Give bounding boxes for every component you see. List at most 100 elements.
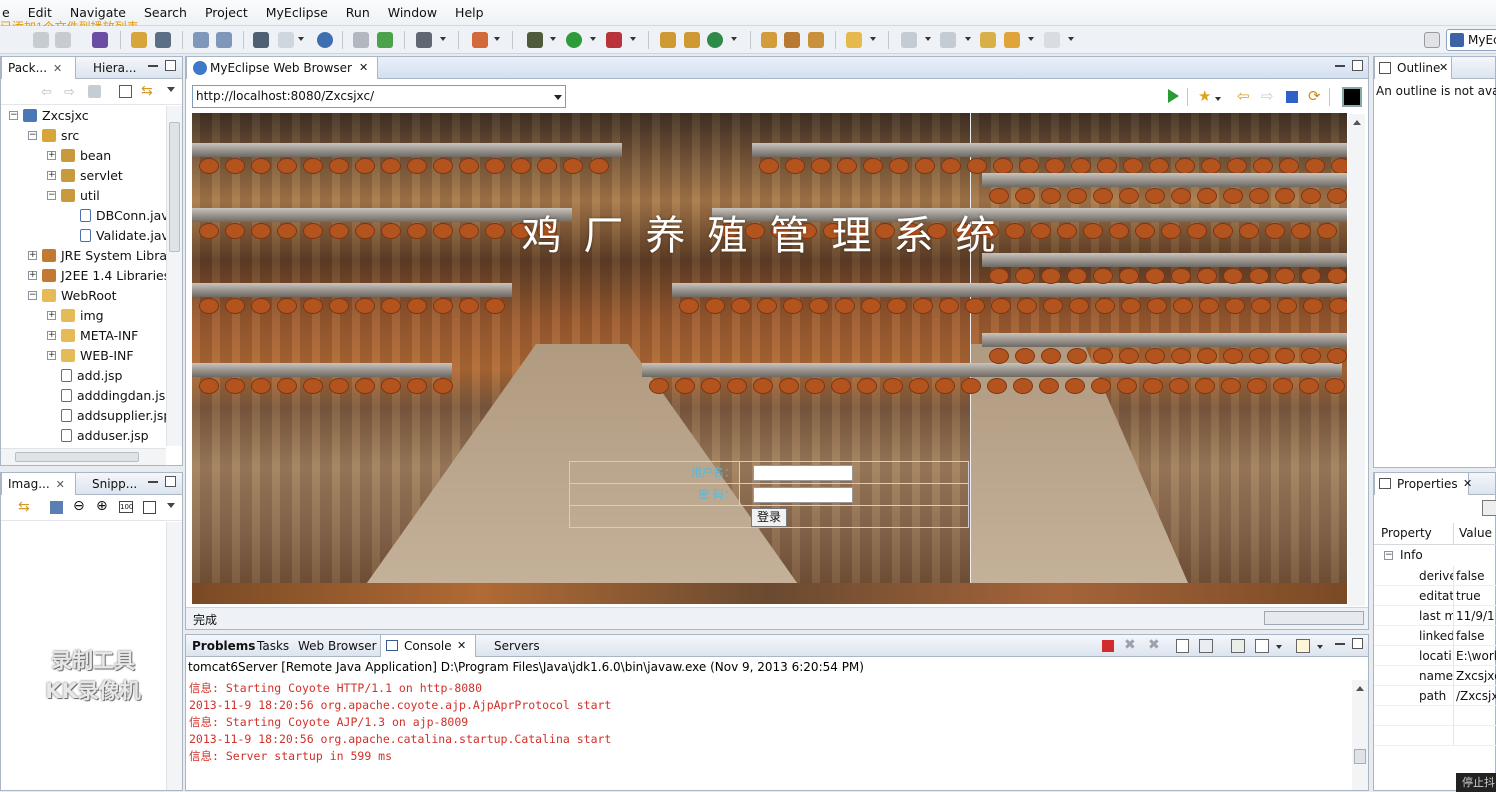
tab-image-viewer[interactable]: Imag... ✕ (1, 473, 76, 495)
tree-item[interactable]: + JRE System Library (28, 246, 166, 266)
scroll-thumb[interactable] (1354, 749, 1366, 764)
chevron-down-icon[interactable] (590, 37, 596, 41)
console-vertical-scrollbar[interactable] (1352, 680, 1368, 790)
screen-icon[interactable] (1342, 87, 1362, 107)
menu-search[interactable]: Search (135, 0, 196, 26)
tree-item[interactable]: − Zxcsjxc (9, 106, 89, 126)
tab-web-browser-view[interactable]: Web Browser (292, 635, 377, 657)
favorites-icon[interactable]: ★ (1198, 87, 1211, 105)
new-package-icon[interactable] (684, 32, 700, 48)
expand-icon[interactable]: + (47, 171, 56, 180)
password-input[interactable] (753, 487, 853, 503)
scroll-up-icon[interactable] (1356, 686, 1364, 691)
tab-tasks[interactable]: Tasks (251, 635, 289, 657)
collapse-icon[interactable]: − (47, 191, 56, 200)
login-button[interactable]: 登录 (751, 508, 787, 527)
chevron-down-icon[interactable] (925, 37, 931, 41)
save-all-icon[interactable] (55, 32, 71, 48)
expand-icon[interactable]: + (28, 271, 37, 280)
last-edit-icon[interactable] (980, 32, 996, 48)
open-console-icon[interactable] (1296, 639, 1310, 653)
open-perspective-icon[interactable] (1424, 32, 1440, 48)
tree-item[interactable]: + J2EE 1.4 Libraries (28, 266, 166, 286)
chevron-down-icon[interactable] (494, 37, 500, 41)
menu-myeclipse[interactable]: MyEclipse (257, 0, 337, 26)
minimize-icon[interactable] (148, 481, 158, 483)
up-icon[interactable] (88, 85, 101, 98)
back-arrow-icon[interactable]: ⇦ (41, 85, 52, 100)
collapse-icon[interactable]: − (1384, 551, 1393, 560)
expand-icon[interactable]: + (47, 151, 56, 160)
add-icon[interactable] (377, 32, 393, 48)
scroll-lock-icon[interactable] (1199, 639, 1213, 653)
column-header-value[interactable]: Value (1459, 526, 1492, 540)
actual-size-icon[interactable]: 100 (119, 501, 133, 513)
property-row[interactable]: path/Zxcsjx (1374, 686, 1496, 706)
globe-icon[interactable] (317, 32, 333, 48)
run-server-icon[interactable] (216, 32, 232, 48)
close-icon[interactable]: ✕ (457, 635, 466, 657)
expand-icon[interactable]: + (47, 331, 56, 340)
tab-package-explorer[interactable]: Pack... ✕ (1, 57, 76, 79)
search-icon[interactable] (808, 32, 824, 48)
tab-console[interactable]: Console ✕ (380, 635, 476, 657)
tree-item[interactable]: + META-INF (47, 326, 138, 346)
column-header-property[interactable]: Property (1381, 526, 1432, 540)
collapse-all-icon[interactable] (119, 85, 132, 98)
property-row[interactable]: editat true (1374, 586, 1496, 606)
chevron-down-icon[interactable] (965, 37, 971, 41)
tree-item[interactable]: addsupplier.jsp (47, 406, 166, 426)
page-vertical-scrollbar[interactable] (1348, 114, 1365, 606)
new-file-icon[interactable] (278, 32, 294, 48)
maximize-icon[interactable] (1352, 60, 1363, 71)
scroll-thumb[interactable] (169, 122, 180, 252)
collapse-icon[interactable]: − (28, 291, 37, 300)
zoom-in-icon[interactable]: ⊕ (96, 498, 108, 514)
chevron-down-icon[interactable] (1215, 97, 1221, 101)
menu-help[interactable]: Help (446, 0, 493, 26)
chevron-down-icon[interactable] (731, 37, 737, 41)
tab-hierarchy[interactable]: Hiera... (87, 57, 136, 79)
tree-item[interactable]: − WebRoot (28, 286, 117, 306)
properties-category[interactable]: − Info (1374, 546, 1496, 566)
open-file-icon[interactable] (353, 32, 369, 48)
tab-snippets[interactable]: Snipp... (86, 473, 137, 495)
chevron-down-icon[interactable] (440, 37, 446, 41)
tree-item[interactable]: + servlet (47, 166, 123, 186)
minimize-icon[interactable] (1335, 65, 1345, 67)
link-editor-icon[interactable]: ⇆ (141, 83, 153, 99)
tree-item[interactable]: + img (47, 306, 104, 326)
property-row[interactable]: last m 11/9/1 (1374, 606, 1496, 626)
collapse-icon[interactable]: − (9, 111, 18, 120)
fit-window-icon[interactable] (143, 501, 156, 514)
new-java-project-icon[interactable] (660, 32, 676, 48)
tree-item[interactable]: DBConn.java (66, 206, 166, 226)
forward-arrow-icon[interactable]: ⇨ (64, 85, 75, 100)
tab-servers[interactable]: Servers (488, 635, 540, 657)
collapse-icon[interactable]: − (28, 131, 37, 140)
display-console-icon[interactable] (1255, 639, 1269, 653)
deploy-icon[interactable] (92, 32, 108, 48)
close-icon[interactable]: ✕ (1463, 473, 1472, 495)
new-class-icon[interactable] (707, 32, 723, 48)
chevron-down-icon[interactable] (630, 37, 636, 41)
corner-button[interactable]: 停止抖 (1456, 773, 1496, 792)
close-icon[interactable]: ✕ (53, 58, 62, 80)
tree-horizontal-scrollbar[interactable] (1, 448, 166, 465)
tree-item[interactable]: + bean (47, 146, 111, 166)
wizard-icon[interactable] (472, 32, 488, 48)
remove-all-icon[interactable]: ✖ (1148, 637, 1160, 653)
property-row[interactable]: locati E:\work (1374, 646, 1496, 666)
run-icon[interactable] (566, 32, 582, 48)
close-icon[interactable]: ✕ (359, 57, 368, 79)
tree-item[interactable]: adduser.jsp (47, 426, 149, 446)
tree-item[interactable]: adddingdan.jsp (47, 386, 166, 406)
chevron-down-icon[interactable] (554, 95, 562, 100)
clear-console-icon[interactable] (1176, 639, 1189, 653)
server-icon[interactable] (155, 32, 171, 48)
maximize-icon[interactable] (1352, 638, 1363, 649)
monitor-icon[interactable] (416, 32, 432, 48)
save-icon[interactable] (33, 32, 49, 48)
external-tools-icon[interactable] (606, 32, 622, 48)
close-icon[interactable]: ✕ (56, 474, 65, 496)
